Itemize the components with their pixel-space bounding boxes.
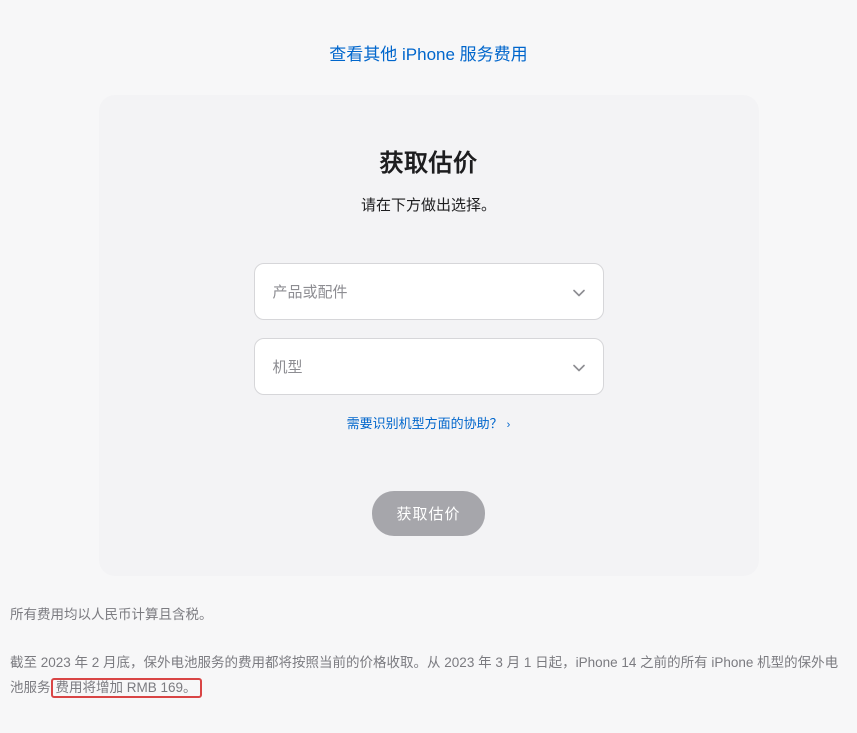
chevron-right-icon: › [507,419,511,431]
card-title: 获取估价 [139,143,719,178]
footnote-line2: 截至 2023 年 2 月底，保外电池服务的费用都将按照当前的价格收取。从 20… [10,650,847,701]
card-subtitle: 请在下方做出选择。 [139,194,719,215]
model-select[interactable]: 机型 [254,338,604,395]
identify-model-help-link[interactable]: 需要识别机型方面的协助？ › [347,416,511,431]
product-select-label: 产品或配件 [273,281,348,302]
model-select-label: 机型 [273,356,303,377]
footnote-highlight: 费用将增加 RMB 169。 [51,678,202,698]
estimate-card: 获取估价 请在下方做出选择。 产品或配件 机型 需要识别机型方面的协助？ › [99,95,759,576]
other-services-link[interactable]: 查看其他 iPhone 服务费用 [329,45,527,64]
product-select[interactable]: 产品或配件 [254,263,604,320]
footnote-line1: 所有费用均以人民币计算且含税。 [10,602,847,628]
chevron-down-icon [573,360,585,374]
footnote-section: 所有费用均以人民币计算且含税。 截至 2023 年 2 月底，保外电池服务的费用… [10,576,847,701]
chevron-down-icon [573,285,585,299]
get-estimate-button[interactable]: 获取估价 [372,491,484,536]
help-link-label: 需要识别机型方面的协助？ [347,416,503,431]
